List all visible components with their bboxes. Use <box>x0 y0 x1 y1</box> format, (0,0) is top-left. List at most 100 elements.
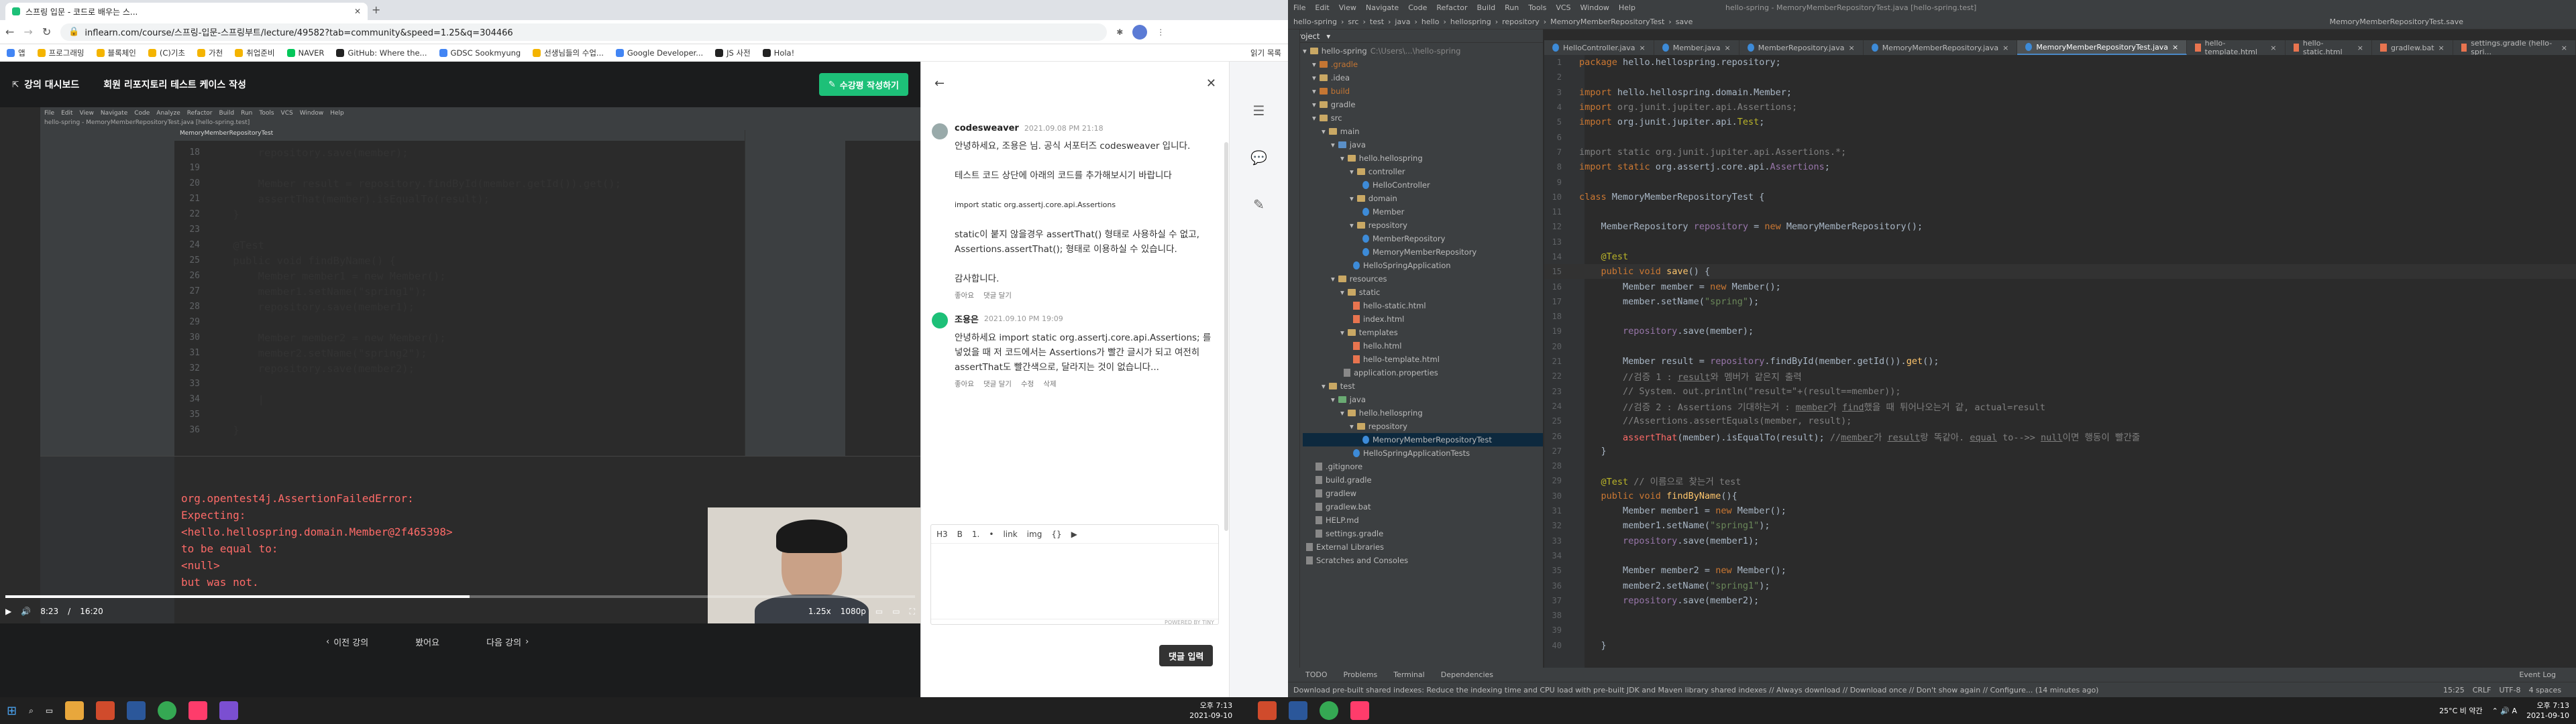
editor-tool-button[interactable]: link <box>1003 530 1017 539</box>
video-progress-track[interactable] <box>5 595 915 598</box>
dashboard-link[interactable]: ⇱ 강의 대시보드 <box>12 78 79 91</box>
editor-tab[interactable]: MemberRepository.java × <box>1739 40 1864 55</box>
project-tree-item[interactable]: HelloSpringApplication <box>1303 259 1543 272</box>
tray-icons[interactable]: ⌃ 🔊 A <box>2492 707 2517 715</box>
project-tree-item[interactable]: ▾ resources <box>1303 272 1543 286</box>
editor-tab[interactable]: gradlew.bat × <box>2372 40 2453 55</box>
back-arrow-icon[interactable]: ← <box>934 76 945 90</box>
app-icon[interactable] <box>96 701 115 720</box>
dropdown-icon[interactable]: ▾ <box>1326 32 1330 41</box>
editor-tab[interactable]: settings.gradle (hello-spri... × <box>2453 39 2576 56</box>
bottom-tool-tab[interactable]: Dependencies <box>1441 670 1493 679</box>
close-tab-icon[interactable]: × <box>2438 44 2445 52</box>
close-tab-icon[interactable]: × <box>1725 44 1731 52</box>
status-item[interactable]: UTF-8 <box>2499 686 2520 695</box>
editor-tool-button[interactable]: • <box>989 530 994 539</box>
bookmark-item[interactable]: Google Developer... <box>615 48 703 58</box>
editor-tab[interactable]: hello-template.html × <box>2187 39 2286 56</box>
project-tree-item[interactable]: External Libraries <box>1303 540 1543 554</box>
comment-action[interactable]: 댓글 달기 <box>983 379 1012 389</box>
forward-icon[interactable]: → <box>23 25 32 38</box>
close-tab-icon[interactable]: ✕ <box>354 7 361 16</box>
project-tree-item[interactable]: gradlew.bat <box>1303 500 1543 514</box>
bookmark-item[interactable]: GitHub: Where the... <box>336 48 427 58</box>
quality-button[interactable]: 1080p <box>841 607 866 616</box>
ide-menu-item[interactable]: Build <box>1477 3 1496 12</box>
comment-action[interactable]: 수정 <box>1021 379 1034 389</box>
bookmark-item[interactable]: NAVER <box>286 48 324 58</box>
editor-tab[interactable]: MemoryMemberRepository.java × <box>1864 40 2018 55</box>
close-tab-icon[interactable]: × <box>2172 43 2178 52</box>
comment-author[interactable]: codesweaver <box>955 123 1019 133</box>
breadcrumb-item[interactable]: hello-spring <box>1293 17 1337 26</box>
project-tree-item[interactable]: .gitignore <box>1303 460 1543 473</box>
app2-icon[interactable] <box>219 701 239 720</box>
ide-menu-item[interactable]: File <box>1293 3 1305 12</box>
volume-icon[interactable]: 🔊 <box>21 607 31 616</box>
project-tree-item[interactable]: ▾ .idea <box>1303 71 1543 84</box>
chat-icon[interactable]: 💬 <box>1230 134 1288 181</box>
subtitle-icon[interactable]: ▭ <box>875 607 883 616</box>
comment-action[interactable]: 댓글 달기 <box>983 290 1012 300</box>
project-tree-item[interactable]: ▾ src <box>1303 111 1543 125</box>
breadcrumb-item[interactable]: test <box>1370 17 1384 26</box>
breadcrumb-item[interactable]: hello <box>1421 17 1440 26</box>
reload-icon[interactable]: ↻ <box>42 25 51 38</box>
close-tab-icon[interactable]: × <box>2357 44 2363 52</box>
editor-body[interactable] <box>931 544 1218 619</box>
project-tree-item[interactable]: gradlew <box>1303 487 1543 500</box>
project-tree-item[interactable]: ▾ test <box>1303 379 1543 393</box>
fullscreen-icon[interactable]: ⛶ <box>910 607 915 617</box>
ide-menu-item[interactable]: Edit <box>1315 3 1329 12</box>
editor-tool-button[interactable]: B <box>957 530 963 539</box>
task-view-icon[interactable]: ▭ <box>46 706 53 715</box>
list-icon[interactable]: ☰ <box>1230 87 1288 134</box>
project-tree-item[interactable]: ▾ build <box>1303 84 1543 98</box>
breadcrumb-item[interactable]: java <box>1395 17 1410 26</box>
comment-action[interactable]: 좋아요 <box>955 379 974 389</box>
status-item[interactable]: 15:25 <box>2443 686 2465 695</box>
bookmark-item[interactable]: 앱 <box>7 48 25 58</box>
ide-menu-item[interactable]: Window <box>1580 3 1609 12</box>
done-button[interactable]: 봤어요 <box>415 636 439 648</box>
project-tree-item[interactable]: build.gradle <box>1303 473 1543 487</box>
bottom-tool-tab[interactable]: TODO <box>1305 670 1328 679</box>
bookmark-item[interactable]: Hola! <box>762 48 794 58</box>
breadcrumb-item[interactable]: save <box>1676 17 1693 26</box>
reading-list[interactable]: 읽기 목록 <box>1250 48 1281 58</box>
write-note-button[interactable]: ✎ 수강평 작성하기 <box>818 73 908 96</box>
play-icon[interactable]: ▶ <box>5 607 11 616</box>
prev-lecture-button[interactable]: ‹ 이전 강의 <box>326 636 368 648</box>
project-tree-item[interactable]: hello-static.html <box>1303 299 1543 312</box>
bookmark-item[interactable]: 프로그래밍 <box>37 48 85 58</box>
project-tree-item[interactable]: application.properties <box>1303 366 1543 379</box>
project-tree-item[interactable]: hello.html <box>1303 339 1543 353</box>
ide-menu-item[interactable]: Refactor <box>1436 3 1467 12</box>
bookmark-item[interactable]: GDSC Sookmyung <box>439 48 521 58</box>
intellij-icon[interactable] <box>189 701 208 720</box>
chrome2-icon[interactable] <box>1320 701 1339 720</box>
close-tab-icon[interactable]: × <box>1640 44 1646 52</box>
ide-menu-item[interactable]: Run <box>1505 3 1519 12</box>
project-tree-item[interactable]: ▾ hello.hellospring <box>1303 406 1543 420</box>
project-tree-item[interactable]: ▾ java <box>1303 138 1543 152</box>
project-tree-item[interactable]: hello-template.html <box>1303 353 1543 366</box>
project-tree-item[interactable]: ▾ templates <box>1303 326 1543 339</box>
note-icon[interactable]: ✎ <box>1230 181 1288 228</box>
editor-tab[interactable]: Member.java × <box>1654 40 1739 55</box>
extensions-icon[interactable]: ✱ <box>1116 27 1123 37</box>
project-tree-item[interactable]: MemoryMemberRepository <box>1303 245 1543 259</box>
search-icon[interactable]: ⌕ <box>29 706 34 716</box>
project-tree-item[interactable]: ▾ main <box>1303 125 1543 138</box>
project-tree-item[interactable]: ▾ hello-spring C:\Users\...\hello-spring <box>1303 44 1543 58</box>
theater-icon[interactable]: ▭ <box>892 607 900 616</box>
ide-menu-item[interactable]: Help <box>1619 3 1635 12</box>
project-tree-item[interactable]: ▾ static <box>1303 286 1543 299</box>
project-tree-item[interactable]: ▾ hello.hellospring <box>1303 152 1543 165</box>
bookmark-item[interactable]: JS 사전 <box>715 48 751 58</box>
address-bar[interactable]: 🔒 inflearn.com/course/스프링-입문-스프링부트/lectu… <box>60 23 1108 41</box>
profile-avatar[interactable] <box>1132 24 1148 40</box>
explorer-icon[interactable] <box>65 701 85 720</box>
close-panel-icon[interactable]: ✕ <box>1206 76 1216 90</box>
next-lecture-button[interactable]: 다음 강의 › <box>486 636 529 648</box>
